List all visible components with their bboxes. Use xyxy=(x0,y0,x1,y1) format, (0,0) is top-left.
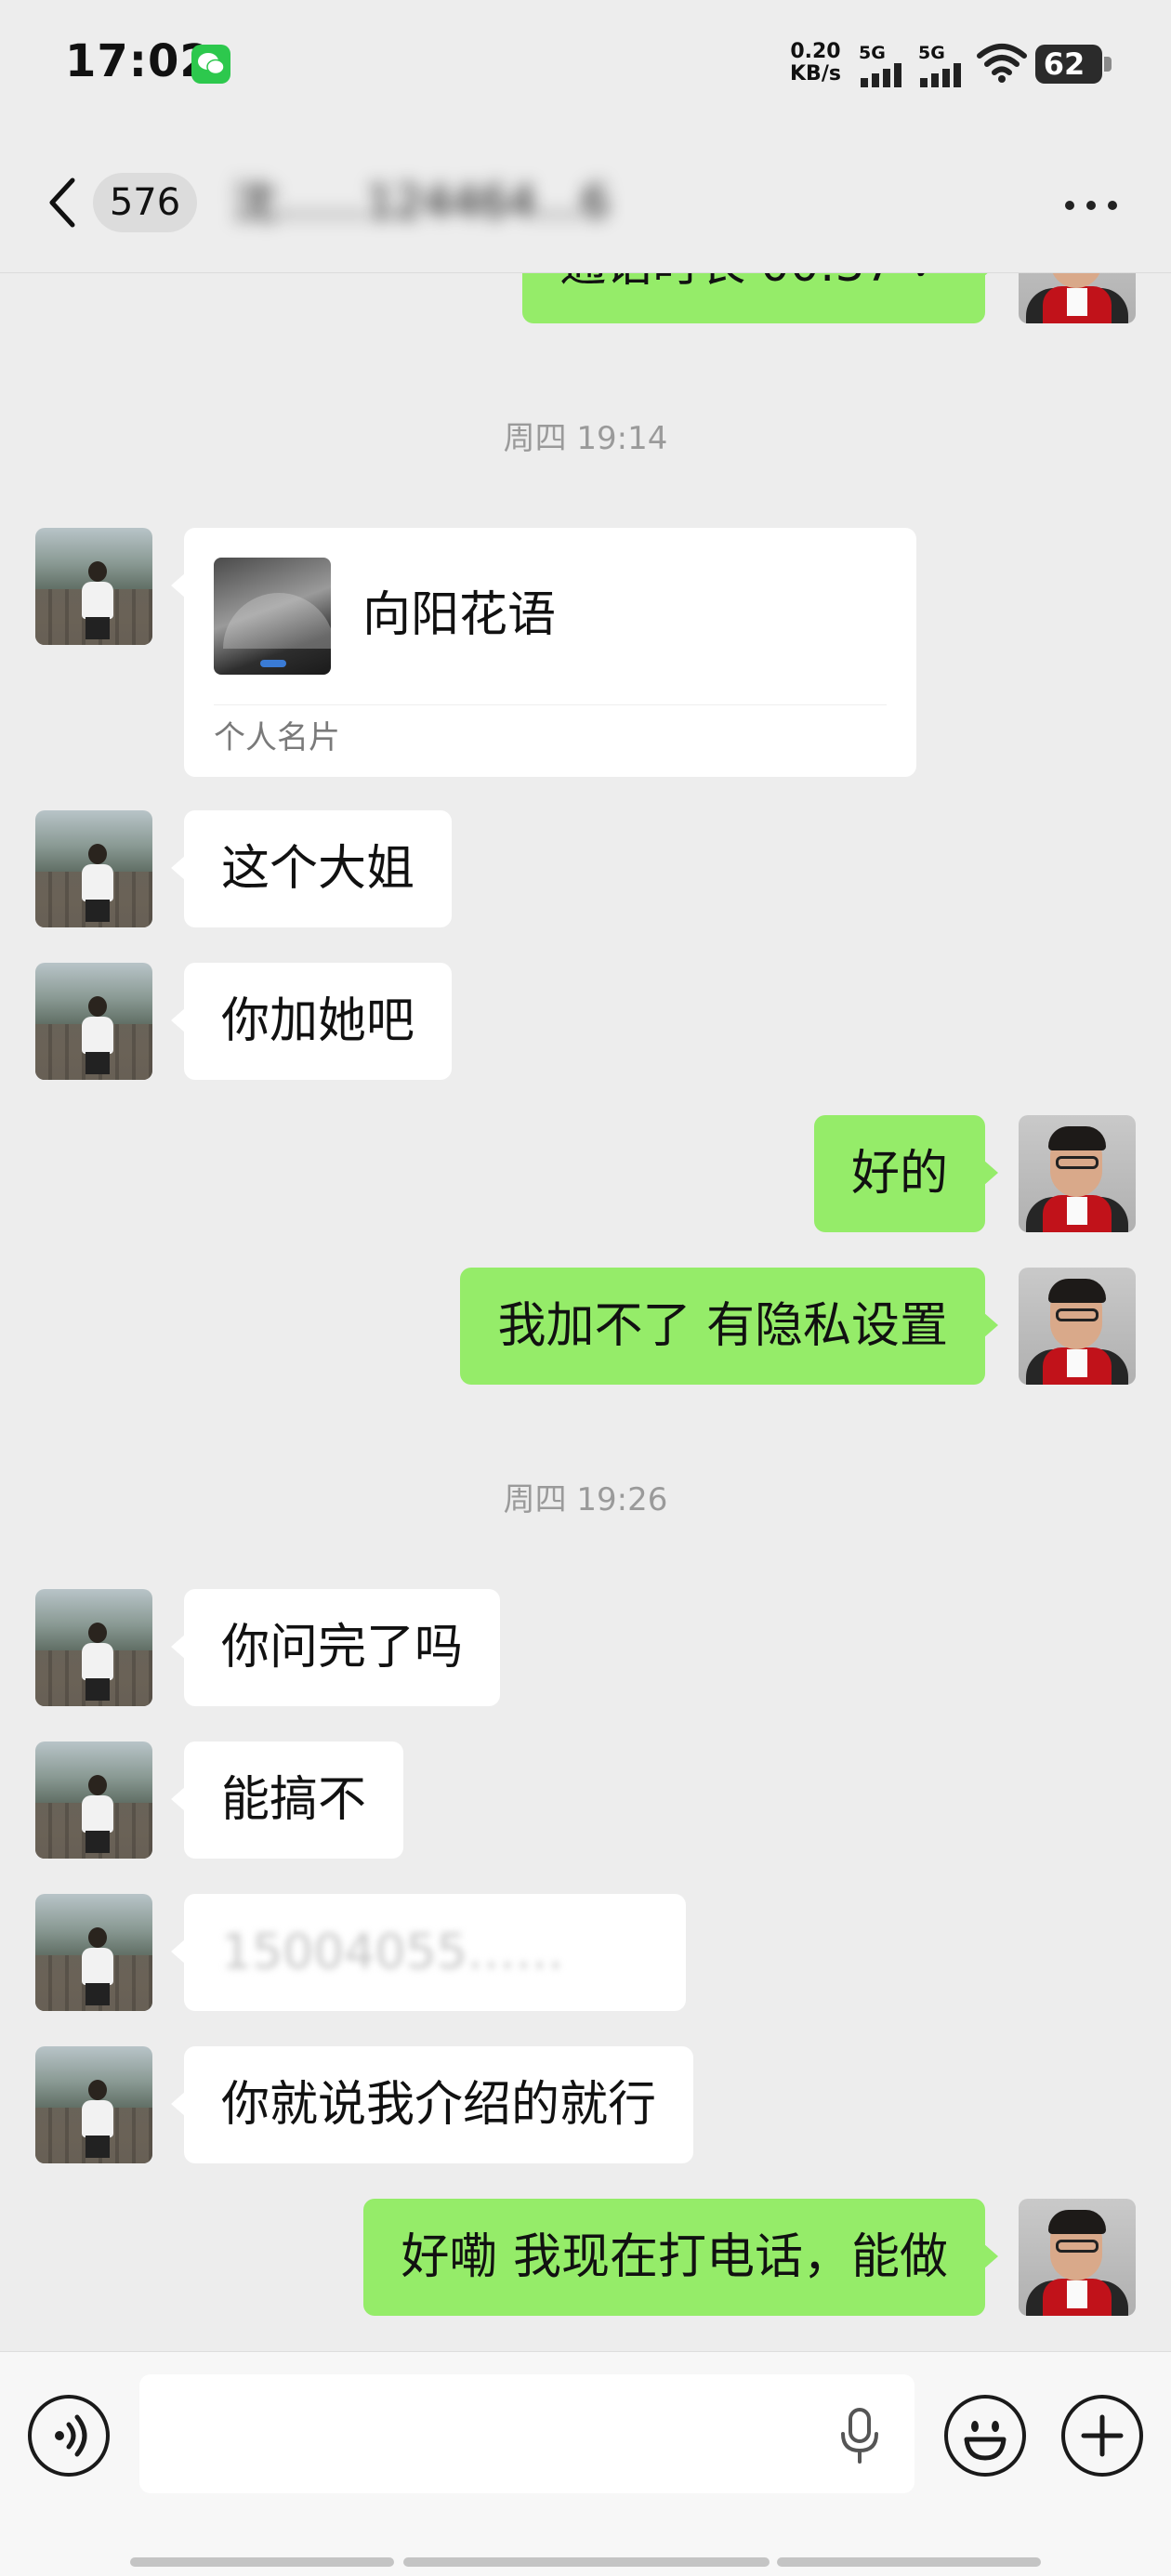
message-text: 你问完了吗 xyxy=(221,1620,464,1676)
message-text: 能搞不 xyxy=(221,1772,367,1828)
message-bubble-self[interactable]: 好的 xyxy=(813,1115,999,1232)
signal-bars-icon xyxy=(861,63,901,87)
message-bubble-other[interactable]: 这个大姐 xyxy=(170,810,453,927)
more-dot xyxy=(1108,201,1117,210)
timestamp: 周四 19:26 xyxy=(503,1481,668,1518)
message-text: 15004055…… xyxy=(221,1925,564,1980)
voice-icon[interactable] xyxy=(28,2395,110,2477)
signal-1-label: 5G xyxy=(859,43,886,63)
message-text: 好嘞 我现在打电话，能做 xyxy=(401,2229,948,2285)
self-avatar[interactable] xyxy=(1019,1115,1136,1232)
network-speed-unit: KB/s xyxy=(790,62,841,85)
signal-2-label: 5G xyxy=(918,43,945,63)
self-avatar[interactable] xyxy=(1019,2199,1136,2316)
network-speed: 0.20 KB/s xyxy=(790,41,841,85)
contact-avatar[interactable] xyxy=(35,1894,152,2011)
divider xyxy=(214,704,887,705)
message-text: 好的 xyxy=(850,1146,948,1202)
back-arrow-icon[interactable] xyxy=(41,175,87,230)
contact-card-avatar xyxy=(214,558,331,675)
message-list[interactable]: 通话时长 00:37 ✓ 周四 19:14 向阳花语 个人名片 这个大姐 你加她… xyxy=(0,273,1171,2351)
more-options-icon[interactable] xyxy=(1058,175,1125,230)
contact-avatar[interactable] xyxy=(35,963,152,1080)
self-avatar[interactable] xyxy=(1019,273,1136,323)
message-text: 这个大姐 xyxy=(221,841,415,897)
signal-bars-icon xyxy=(920,63,961,87)
message-bubble-other[interactable]: 你加她吧 xyxy=(170,963,453,1080)
message-input[interactable] xyxy=(139,2374,914,2493)
message-text: 你就说我介绍的就行 xyxy=(221,2077,657,2133)
plus-icon[interactable] xyxy=(1061,2395,1143,2477)
mic-icon[interactable] xyxy=(836,2408,883,2464)
message-text: 我加不了 有隐私设置 xyxy=(497,1298,948,1354)
message-bubble-other[interactable]: 你问完了吗 xyxy=(170,1589,501,1706)
contact-avatar[interactable] xyxy=(35,2046,152,2163)
message-input-bar xyxy=(0,2351,1171,2576)
contact-card-name: 向阳花语 xyxy=(362,587,557,643)
contact-avatar[interactable] xyxy=(35,1589,152,1706)
message-bubble-other-redacted[interactable]: 15004055…… xyxy=(171,1894,686,2011)
wifi-icon xyxy=(977,44,1027,83)
battery-icon: 62 xyxy=(1035,45,1112,84)
emoji-icon[interactable] xyxy=(944,2395,1026,2477)
message-bubble-other[interactable]: 能搞不 xyxy=(170,1741,404,1859)
message-bubble-other[interactable]: 你就说我介绍的就行 xyxy=(170,2046,694,2163)
message-text: 通话时长 00:37 ✓ xyxy=(559,273,948,292)
gesture-bar-segment xyxy=(130,2557,394,2567)
message-text: 你加她吧 xyxy=(221,993,415,1049)
gesture-bar-segment xyxy=(403,2557,770,2567)
wechat-notification-icon xyxy=(191,45,230,84)
chat-title: 沈……124464…6 xyxy=(232,177,610,229)
contact-card-type: 个人名片 xyxy=(214,719,340,756)
battery-tip xyxy=(1104,57,1112,72)
contact-avatar[interactable] xyxy=(35,1741,152,1859)
chat-header: 576 沈……124464…6 xyxy=(0,130,1171,273)
message-bubble-self-call[interactable]: 通话时长 00:37 ✓ xyxy=(522,273,998,323)
status-bar: 17:02 0.20 KB/s 5G 5G 62 xyxy=(0,0,1171,130)
contact-card-message[interactable]: 向阳花语 个人名片 xyxy=(171,528,916,777)
unread-count-badge[interactable]: 576 xyxy=(93,173,197,232)
message-bubble-self[interactable]: 我加不了 有隐私设置 xyxy=(460,1268,998,1385)
timestamp: 周四 19:14 xyxy=(503,420,668,457)
network-speed-value: 0.20 xyxy=(790,40,841,63)
more-dot xyxy=(1086,201,1096,210)
contact-avatar[interactable] xyxy=(35,528,152,645)
message-bubble-self[interactable]: 好嘞 我现在打电话，能做 xyxy=(363,2199,998,2316)
battery-level: 62 xyxy=(1043,46,1085,82)
self-avatar[interactable] xyxy=(1019,1268,1136,1385)
contact-avatar[interactable] xyxy=(35,810,152,927)
gesture-bar-segment xyxy=(777,2557,1041,2567)
status-time: 17:02 xyxy=(65,35,212,87)
more-dot xyxy=(1065,201,1074,210)
